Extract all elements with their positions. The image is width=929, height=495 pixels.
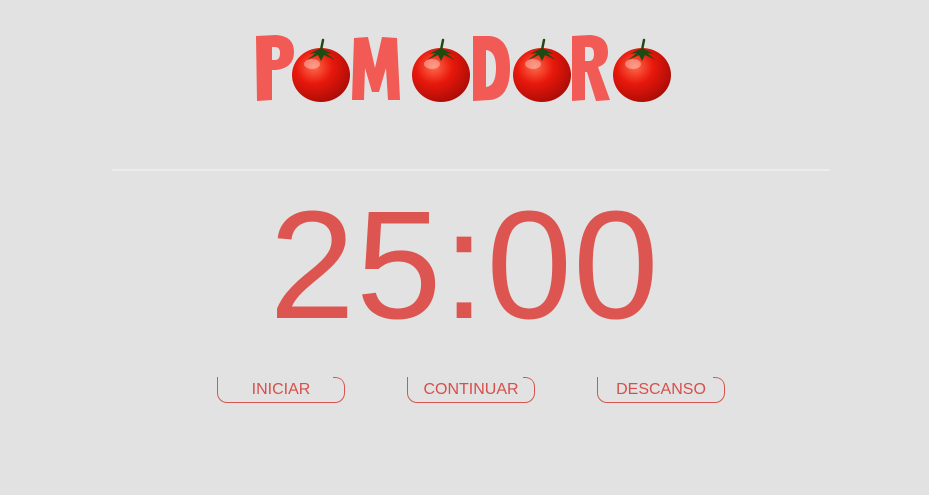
pomodoro-logo-graphic	[256, 35, 673, 104]
header-divider	[112, 169, 830, 171]
start-button[interactable]: INICIAR	[217, 377, 345, 403]
break-button[interactable]: DESCANSO	[597, 377, 725, 403]
continue-button[interactable]: CONTINUAR	[407, 377, 535, 403]
timer-display: 25:00	[269, 179, 660, 351]
pomodoro-logo	[254, 32, 678, 104]
